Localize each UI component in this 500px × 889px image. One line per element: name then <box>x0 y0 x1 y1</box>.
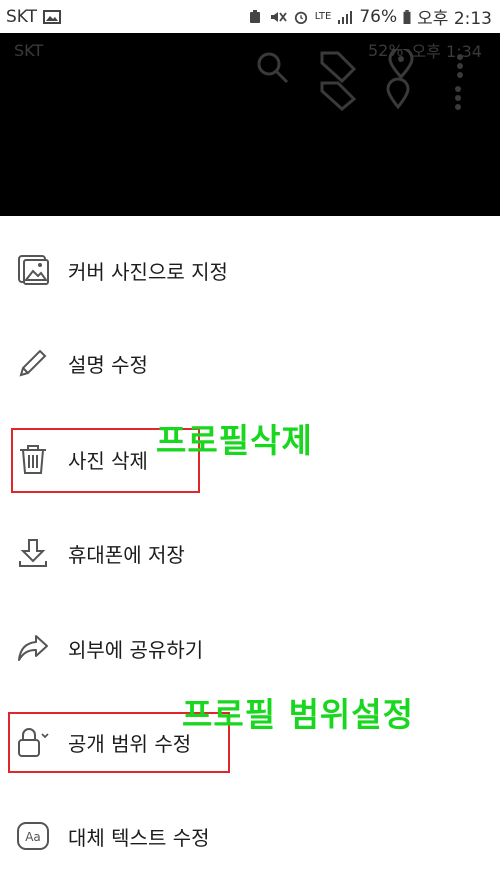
lte-label: LTE <box>314 10 332 22</box>
tag-icon[interactable] <box>318 49 358 111</box>
menu-item-label: 휴대폰에 저장 <box>68 542 185 567</box>
ghost-time: 오후 1:34 <box>411 42 482 61</box>
gallery-notification-icon <box>43 9 62 24</box>
battery-percent: 76% <box>359 6 398 27</box>
edit-alt-text-item[interactable]: Aa 대체 텍스트 수정 <box>0 801 500 871</box>
carrier-label: SKT <box>6 6 38 27</box>
edit-description-item[interactable]: 설명 수정 <box>0 328 500 398</box>
menu-item-label: 설명 수정 <box>68 352 148 377</box>
privacy-annotation-text: 프로필 범위설정 <box>182 695 415 734</box>
location-icon[interactable] <box>386 49 416 111</box>
image-frame-icon <box>16 253 50 287</box>
share-icon <box>16 631 50 665</box>
mute-icon <box>269 10 287 24</box>
signal-icon <box>336 10 354 24</box>
menu-item-label: 외부에 공유하기 <box>68 637 204 662</box>
battery-icon <box>402 9 412 24</box>
save-to-phone-item[interactable]: 휴대폰에 저장 <box>0 518 500 588</box>
more-options-icon[interactable] <box>454 49 466 113</box>
alarm-icon <box>292 10 310 24</box>
saver-icon <box>246 9 264 24</box>
search-icon[interactable] <box>254 49 290 85</box>
set-cover-photo-item[interactable]: 커버 사진으로 지정 <box>0 235 500 305</box>
ghost-carrier: SKT <box>14 40 44 60</box>
menu-item-label: 커버 사진으로 지정 <box>68 259 228 284</box>
status-bar: SKT LTE 76% 오후 2:13 <box>0 0 500 33</box>
menu-item-label: 대체 텍스트 수정 <box>68 825 210 850</box>
share-externally-item[interactable]: 외부에 공유하기 <box>0 613 500 683</box>
delete-annotation-text: 프로필삭제 <box>156 421 313 460</box>
photo-viewer[interactable]: SKT 52% 오후 1:34 <box>0 33 500 216</box>
download-icon <box>16 536 50 570</box>
alt-text-icon: Aa <box>16 819 50 853</box>
pencil-icon <box>16 346 50 380</box>
clock: 오후 2:13 <box>417 9 492 29</box>
svg-text:Aa: Aa <box>25 830 41 844</box>
